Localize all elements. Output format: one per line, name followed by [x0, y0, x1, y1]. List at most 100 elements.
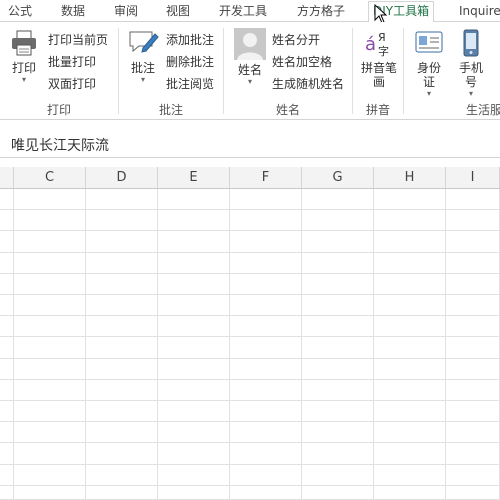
grid-cell[interactable] — [446, 210, 500, 232]
duplex-print-button[interactable]: 双面打印 — [48, 74, 96, 94]
grid-cell[interactable] — [0, 252, 14, 274]
grid-cell[interactable] — [158, 316, 230, 338]
tab-developer[interactable]: 开发工具 — [219, 2, 267, 22]
grid-cell[interactable] — [374, 252, 446, 274]
phone-number-button[interactable]: 手机 号 ▾ — [454, 28, 488, 99]
grid-cell[interactable] — [302, 464, 374, 486]
grid-cell[interactable] — [302, 316, 374, 338]
grid-cell[interactable] — [230, 401, 302, 423]
grid-cell[interactable] — [14, 252, 86, 274]
grid-cell[interactable] — [14, 485, 86, 500]
grid-cell[interactable] — [0, 189, 14, 211]
browse-comment-button[interactable]: 批注阅览 — [166, 74, 214, 94]
grid-cell[interactable] — [158, 210, 230, 232]
pinyin-stroke-button[interactable]: á Я 字 拼音笔 画 — [358, 28, 400, 89]
grid-cell[interactable] — [230, 252, 302, 274]
grid-cell[interactable] — [14, 358, 86, 380]
grid-cell[interactable] — [374, 422, 446, 444]
grid-cell[interactable] — [374, 485, 446, 500]
tab-formula[interactable]: 公式 — [8, 2, 32, 22]
grid-cell[interactable] — [0, 485, 14, 500]
column-header-d[interactable]: D — [86, 167, 158, 189]
grid-cell[interactable] — [230, 358, 302, 380]
grid-cell[interactable] — [158, 231, 230, 253]
grid-cell[interactable] — [158, 295, 230, 317]
grid-cell[interactable] — [158, 337, 230, 359]
tab-data[interactable]: 数据 — [61, 2, 85, 22]
column-header-f[interactable]: F — [230, 167, 302, 189]
grid-cell[interactable] — [0, 273, 14, 295]
grid-cell[interactable] — [302, 231, 374, 253]
grid-cell[interactable] — [14, 295, 86, 317]
grid-cell[interactable] — [86, 189, 158, 211]
name-add-space-button[interactable]: 姓名加空格 — [272, 52, 332, 72]
grid-cell[interactable] — [14, 464, 86, 486]
tab-fangfang[interactable]: 方方格子 — [297, 2, 345, 22]
random-name-button[interactable]: 生成随机姓名 — [272, 74, 344, 94]
grid-cell[interactable] — [302, 358, 374, 380]
grid-cell[interactable] — [14, 189, 86, 211]
grid-cell[interactable] — [446, 295, 500, 317]
column-header-c[interactable]: C — [14, 167, 86, 189]
grid-cell[interactable] — [446, 464, 500, 486]
grid-cell[interactable] — [230, 231, 302, 253]
grid-cell[interactable] — [302, 422, 374, 444]
grid-cell[interactable] — [86, 210, 158, 232]
grid-cell[interactable] — [374, 210, 446, 232]
grid-cell[interactable] — [0, 379, 14, 401]
delete-comment-button[interactable]: 删除批注 — [166, 52, 214, 72]
grid-cell[interactable] — [158, 252, 230, 274]
grid-cell[interactable] — [230, 422, 302, 444]
grid-cell[interactable] — [302, 401, 374, 423]
grid-cell[interactable] — [446, 189, 500, 211]
grid-cell[interactable] — [446, 273, 500, 295]
grid-cell[interactable] — [0, 337, 14, 359]
column-header-g[interactable]: G — [302, 167, 374, 189]
grid-cell[interactable] — [14, 401, 86, 423]
grid-cell[interactable] — [0, 316, 14, 338]
grid-cell[interactable] — [302, 379, 374, 401]
add-comment-button[interactable]: 添加批注 — [166, 30, 214, 50]
grid-cell[interactable] — [230, 316, 302, 338]
grid-cell[interactable] — [0, 464, 14, 486]
grid-cell[interactable] — [230, 485, 302, 500]
print-button[interactable]: 打印 ▾ — [6, 28, 42, 85]
grid-cell[interactable] — [86, 295, 158, 317]
grid-cell[interactable] — [158, 358, 230, 380]
grid-cell[interactable] — [86, 422, 158, 444]
print-current-page-button[interactable]: 打印当前页 — [48, 30, 108, 50]
grid-cell[interactable] — [14, 231, 86, 253]
column-header-i[interactable]: I — [446, 167, 500, 189]
grid-cell[interactable] — [374, 401, 446, 423]
grid-cell[interactable] — [158, 189, 230, 211]
grid-cell[interactable] — [374, 316, 446, 338]
grid-cell[interactable] — [230, 464, 302, 486]
grid-cell[interactable] — [230, 295, 302, 317]
grid-cell[interactable] — [446, 316, 500, 338]
grid-cell[interactable] — [374, 358, 446, 380]
grid-cell[interactable] — [14, 337, 86, 359]
grid-cell[interactable] — [302, 273, 374, 295]
split-name-button[interactable]: 姓名分开 — [272, 30, 320, 50]
id-card-button[interactable]: 身份 证 ▾ — [412, 28, 446, 99]
tab-view[interactable]: 视图 — [166, 2, 190, 22]
grid-cell[interactable] — [86, 316, 158, 338]
grid-cell[interactable] — [446, 401, 500, 423]
grid-cell[interactable] — [446, 337, 500, 359]
grid-cell[interactable] — [302, 295, 374, 317]
grid-cell[interactable] — [0, 443, 14, 465]
grid-cell[interactable] — [446, 422, 500, 444]
grid-cell[interactable] — [86, 401, 158, 423]
grid-cell[interactable] — [86, 443, 158, 465]
grid-cell[interactable] — [14, 273, 86, 295]
grid-cell[interactable] — [374, 231, 446, 253]
column-header-h[interactable]: H — [374, 167, 446, 189]
grid-cell[interactable] — [0, 231, 14, 253]
grid-cell[interactable] — [158, 401, 230, 423]
grid-cell[interactable] — [14, 422, 86, 444]
grid-cell[interactable] — [0, 295, 14, 317]
grid-cell[interactable] — [374, 337, 446, 359]
grid-cell[interactable] — [158, 273, 230, 295]
grid-cell[interactable] — [230, 379, 302, 401]
grid-cell[interactable] — [158, 485, 230, 500]
